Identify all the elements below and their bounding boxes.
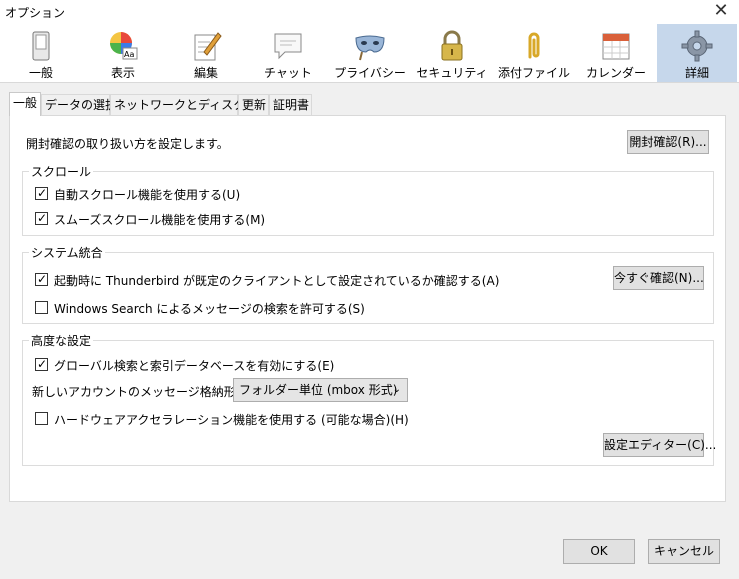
toolbar-button-advanced[interactable]: 詳細	[657, 24, 737, 82]
checkmark-icon: ✓	[37, 211, 48, 225]
tab-general[interactable]: 一般	[9, 92, 41, 116]
toolbar-label-chat: チャット	[264, 66, 312, 80]
toolbar-label-calendar: カレンダー	[585, 66, 646, 80]
toolbar-label-composition: 編集	[193, 66, 218, 80]
toolbar-label-general: 一般	[28, 66, 53, 80]
default-client-label[interactable]: 起動時に Thunderbird が既定のクライアントとして設定されているか確認…	[54, 272, 499, 289]
global-search-label[interactable]: グローバル検索と索引データベースを有効にする(E)	[54, 357, 334, 374]
paperclip-icon	[528, 32, 540, 59]
svg-text:Aa: Aa	[124, 50, 134, 59]
checkmark-icon: ✓	[37, 357, 48, 371]
color-wheel-icon: Aa	[110, 32, 138, 60]
mask-icon	[355, 35, 385, 61]
receipts-button[interactable]: 開封確認(R)...	[627, 130, 709, 154]
toolbar-button-display[interactable]: Aa 表示	[83, 24, 163, 82]
auto-scroll-label[interactable]: 自動スクロール機能を使用する(U)	[54, 186, 240, 203]
tab-data-choices[interactable]: データの選択	[41, 94, 117, 115]
toolbar-label-security: セキュリティ	[416, 66, 488, 80]
toolbar-label-advanced: 詳細	[684, 66, 709, 80]
tab-update[interactable]: 更新	[238, 94, 269, 115]
toolbar-button-chat[interactable]: チャット	[248, 24, 328, 82]
smooth-scroll-label[interactable]: スムーズスクロール機能を使用する(M)	[54, 211, 265, 228]
toolbar-label-privacy: プライバシー	[334, 66, 406, 80]
auto-scroll-checkbox[interactable]: ✓	[35, 186, 48, 200]
default-client-checkbox[interactable]: ✓	[35, 272, 48, 286]
global-search-checkbox[interactable]: ✓	[35, 357, 48, 371]
store-type-select[interactable]: フォルダー単位 (mbox 形式) ⌄	[233, 378, 408, 402]
toolbar-button-calendar[interactable]: カレンダー	[576, 24, 656, 82]
config-editor-button[interactable]: 設定エディター(C)...	[603, 433, 716, 457]
toolbar-button-composition[interactable]: 編集	[166, 24, 246, 82]
pencil-paper-icon	[194, 32, 222, 61]
check-now-button[interactable]: 今すぐ確認(N)...	[613, 266, 704, 290]
windows-search-label[interactable]: Windows Search によるメッセージの検索を許可する(S)	[54, 300, 365, 317]
toolbar-button-attachments[interactable]: 添付ファイル	[494, 24, 574, 82]
tab-certificates[interactable]: 証明書	[269, 94, 312, 115]
tab-network-disk[interactable]: ネットワークとディスク領域	[110, 94, 269, 115]
toolbar-button-privacy[interactable]: プライバシー	[330, 24, 410, 82]
hw-accel-checkbox[interactable]	[35, 412, 48, 425]
store-type-value: フォルダー単位 (mbox 形式)	[239, 383, 398, 397]
toolbar-label-attachments: 添付ファイル	[497, 66, 570, 80]
toolbar-label-display: 表示	[110, 66, 135, 80]
chevron-down-icon: ⌄	[392, 384, 401, 395]
receipts-description: 開封確認の取り扱い方を設定します。	[26, 137, 229, 151]
hw-accel-label[interactable]: ハードウェアアクセラレーション機能を使用する (可能な場合)(H)	[54, 411, 409, 428]
calendar-icon	[602, 33, 630, 60]
ok-button[interactable]: OK	[563, 539, 635, 564]
padlock-icon	[441, 30, 463, 61]
title-bar: オプション ✕	[0, 0, 739, 24]
checkmark-icon: ✓	[37, 186, 48, 200]
switch-icon	[32, 31, 50, 61]
toolbar-button-general[interactable]: 一般	[1, 24, 81, 82]
system-group-title: システム統合	[29, 244, 105, 261]
category-toolbar: 一般 Aa 表示 編集 チャット プライバシー セキュリティ 添付ファイル カレ…	[0, 24, 739, 83]
window-title: オプション	[5, 6, 66, 20]
smooth-scroll-checkbox[interactable]: ✓	[35, 211, 48, 225]
close-icon[interactable]: ✕	[711, 2, 731, 22]
windows-search-checkbox[interactable]	[35, 301, 48, 314]
toolbar-button-security[interactable]: セキュリティ	[412, 24, 492, 82]
gear-icon	[681, 30, 713, 62]
chat-bubble-icon	[274, 33, 302, 60]
checkmark-icon: ✓	[37, 272, 48, 286]
tab-panel: 開封確認の取り扱い方を設定します。 開封確認(R)... スクロール ✓ 自動ス…	[9, 115, 726, 502]
scroll-group-title: スクロール	[29, 163, 94, 180]
advanced-group-title: 高度な設定	[29, 332, 94, 349]
cancel-button[interactable]: キャンセル	[648, 539, 720, 564]
